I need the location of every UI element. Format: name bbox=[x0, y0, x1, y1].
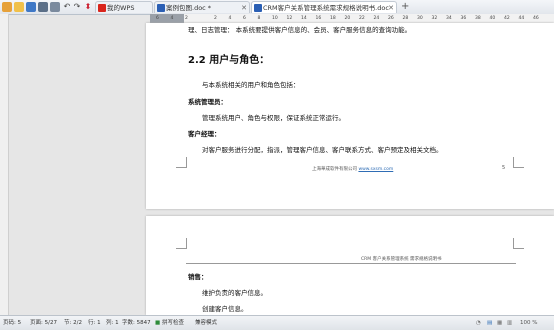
body-paragraph: 与本系统相关的用户和角色包括： bbox=[202, 81, 300, 89]
ruler-tick-label: 26 bbox=[388, 16, 394, 21]
ruler-tick-label: 38 bbox=[475, 16, 481, 21]
ruler-tick-label: 2 bbox=[214, 16, 217, 21]
status-pages[interactable]: 页面: 5/27 bbox=[30, 316, 57, 330]
tab-crm-doc[interactable]: CRM客户关系管理系统需求规格说明书.doc ✕ bbox=[251, 1, 397, 13]
web-view-icon[interactable]: ▦ bbox=[497, 316, 502, 330]
ruler-tick-label: 20 bbox=[344, 16, 351, 21]
tab-my-wps[interactable]: 我的WPS bbox=[95, 1, 153, 13]
ruler-tick-label: 34 bbox=[446, 16, 452, 21]
outline-view-icon[interactable]: ▥ bbox=[507, 316, 512, 330]
status-bar: 页码: 5 页面: 5/27 节: 2/2 行: 1 列: 1 字数: 5847… bbox=[0, 315, 554, 330]
undo-icon[interactable]: ↶ bbox=[62, 2, 72, 12]
ruler-tick-label: 8 bbox=[257, 16, 261, 21]
role-title: 销售： bbox=[188, 273, 208, 281]
document-page-2: CRM 客户关系管理系统 需求规格说明书 销售： 维护负责的客户信息。 创建客户… bbox=[146, 216, 554, 315]
close-tab-icon[interactable]: ✕ bbox=[388, 2, 394, 13]
status-row: 行: 1 bbox=[88, 320, 101, 326]
page-header: CRM 客户关系管理系统 需求规格说明书 bbox=[361, 257, 442, 262]
customize-quick-access-icon[interactable]: ⬍ bbox=[83, 2, 93, 12]
ruler-tick-label: 46 bbox=[533, 16, 539, 21]
ruler-tick-label: 22 bbox=[359, 16, 365, 21]
wps-menu-icon[interactable] bbox=[2, 2, 12, 12]
header-rule bbox=[186, 263, 516, 264]
ruler-tick-label: 24 bbox=[373, 16, 380, 21]
open-file-icon[interactable] bbox=[14, 2, 24, 12]
ruler-tick-label: 18 bbox=[330, 16, 336, 21]
status-compat-mode: 兼容模式 bbox=[195, 320, 218, 326]
ruler-tick-label: 4 bbox=[170, 16, 174, 21]
page-view-icon[interactable]: ▤ bbox=[487, 316, 492, 330]
print-icon[interactable] bbox=[38, 2, 48, 12]
margin-mark bbox=[513, 157, 524, 168]
tab-case-doc[interactable]: 案例包图.doc * ✕ bbox=[154, 1, 250, 13]
role-description: 对客户服务进行分配，指派，管理客户信息、客户联系方式、客户预定及相关文档。 bbox=[202, 146, 443, 154]
body-text-line: 理、日志管理： 本系统要提供客户信息的、会员、客户服务信息的查询功能。 bbox=[188, 26, 412, 34]
page-number: 5 bbox=[502, 165, 506, 171]
ruler-tick-label: 6 bbox=[156, 16, 159, 21]
ruler-tick-label: 10 bbox=[272, 16, 278, 21]
print-preview-icon[interactable] bbox=[50, 2, 60, 12]
document-page-1: 理、日志管理： 本系统要提供客户信息的、会员、客户服务信息的查询功能。 2.2 … bbox=[146, 23, 554, 209]
new-tab-icon[interactable]: + bbox=[401, 0, 409, 13]
role-description: 管理系统用户、角色与权限，保证系统正常运行。 bbox=[202, 114, 345, 122]
status-page: 页码: 5 bbox=[3, 320, 22, 326]
ruler-tick-label: 36 bbox=[460, 16, 467, 21]
ruler-tick-label: 16 bbox=[315, 16, 322, 21]
role-description: 维护负责的客户信息。 bbox=[202, 289, 267, 297]
role-title: 客户经理： bbox=[188, 130, 221, 138]
ruler-tick-label: 32 bbox=[431, 16, 438, 21]
margin-mark bbox=[513, 238, 524, 249]
zoom-level[interactable]: 100 % bbox=[520, 316, 537, 330]
doc-file-icon bbox=[254, 4, 262, 12]
section-heading: 2.2 用户与角色： bbox=[188, 55, 270, 66]
ruler-tick-label: 2 bbox=[185, 16, 188, 21]
wps-logo-icon bbox=[98, 4, 106, 12]
status-spellcheck[interactable]: 拼写检查 bbox=[162, 316, 184, 330]
redo-icon[interactable]: ↷ bbox=[72, 2, 82, 12]
save-icon[interactable] bbox=[26, 2, 36, 12]
title-tab-bar: ↶ ↷ ⬍ 我的WPS 案例包图.doc * ✕ CRM客户关系管理系统需求规格… bbox=[0, 0, 554, 15]
margin-mark bbox=[176, 238, 187, 249]
footer-link[interactable]: www.sxsm.com bbox=[358, 167, 393, 172]
ruler-tick-label: 44 bbox=[518, 16, 525, 21]
ruler-tick-label: 14 bbox=[301, 16, 307, 21]
page-footer: 上海華成软件有限公司 www.sxsm.com bbox=[312, 167, 394, 172]
status-section: 节: 2/2 bbox=[64, 320, 82, 326]
revision-icon[interactable]: ◔ bbox=[476, 316, 481, 330]
ruler-tick-label: 6 bbox=[243, 16, 246, 21]
role-title: 系统管理员： bbox=[188, 98, 227, 106]
vertical-ruler bbox=[0, 14, 9, 315]
ruler-tick-label: 42 bbox=[504, 16, 510, 21]
spellcheck-icon[interactable]: ■ bbox=[155, 316, 160, 330]
close-tab-icon[interactable]: ✕ bbox=[241, 2, 247, 13]
role-description: 创建客户信息。 bbox=[202, 305, 248, 313]
ruler-tick-label: 12 bbox=[286, 16, 293, 21]
ruler-tick-label: 4 bbox=[228, 16, 232, 21]
status-col: 列: 1 bbox=[106, 320, 119, 326]
ruler-tick-label: 30 bbox=[417, 16, 423, 21]
ruler-tick-label: 40 bbox=[489, 16, 496, 21]
status-word-count[interactable]: 字数: 5847 bbox=[122, 316, 151, 330]
doc-file-icon bbox=[157, 4, 165, 12]
margin-mark bbox=[176, 157, 187, 168]
ruler-tick-label: 28 bbox=[402, 16, 409, 21]
